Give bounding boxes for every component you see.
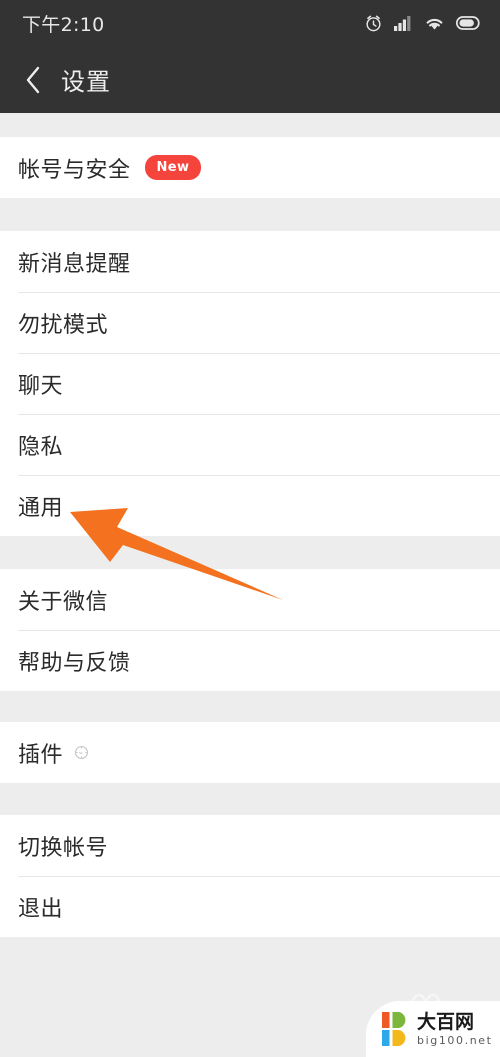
- watermark: 大百网 big100.net: [366, 1001, 500, 1057]
- row-label: 插件: [18, 742, 64, 768]
- section-gap: [0, 198, 500, 231]
- settings-row-general[interactable]: 通用: [0, 475, 500, 536]
- row-label: 新消息提醒: [18, 251, 131, 277]
- row-label: 勿扰模式: [18, 312, 109, 338]
- watermark-name-en: big100.net: [417, 1033, 493, 1047]
- signal-icon: [394, 15, 413, 31]
- settings-row-logout[interactable]: 退出: [0, 876, 500, 937]
- phone-screen: 下午2:10 设置 帐号与安全 New 新消息提醒 勿扰模式 聊天 隐私 通用 …: [0, 0, 500, 1057]
- section-gap: [0, 113, 500, 137]
- settings-row-privacy[interactable]: 隐私: [0, 414, 500, 475]
- wifi-icon: [424, 15, 445, 31]
- alarm-icon: [364, 14, 383, 33]
- section-gap: [0, 536, 500, 569]
- plugin-group: 插件: [0, 722, 500, 783]
- plugin-circle-icon: [73, 744, 90, 761]
- back-button[interactable]: [16, 63, 50, 97]
- page-title: 设置: [61, 68, 111, 96]
- new-badge: New: [144, 155, 202, 180]
- status-bar: 下午2:10: [0, 0, 500, 46]
- battery-icon: [456, 16, 482, 30]
- watermark-name-cn: 大百网: [417, 1010, 475, 1033]
- row-label: 切换帐号: [18, 835, 109, 861]
- settings-row-about-wechat[interactable]: 关于微信: [0, 569, 500, 630]
- row-label: 退出: [18, 896, 64, 922]
- row-label: 帮助与反馈: [18, 650, 131, 676]
- section-gap: [0, 691, 500, 722]
- settings-row-switch-account[interactable]: 切换帐号: [0, 815, 500, 876]
- account-group: 帐号与安全 New: [0, 137, 500, 198]
- settings-row-plugins[interactable]: 插件: [0, 722, 500, 783]
- section-gap: [0, 783, 500, 815]
- watermark-text: 大百网 big100.net: [417, 1010, 493, 1047]
- settings-row-do-not-disturb[interactable]: 勿扰模式: [0, 292, 500, 353]
- row-label: 聊天: [18, 373, 64, 399]
- row-label: 隐私: [18, 434, 64, 460]
- settings-row-account-security[interactable]: 帐号与安全 New: [0, 137, 500, 198]
- notification-group: 新消息提醒 勿扰模式 聊天 隐私 通用: [0, 231, 500, 536]
- title-bar: 设置: [0, 46, 500, 113]
- status-time: 下午2:10: [22, 13, 105, 36]
- row-label: 通用: [18, 495, 64, 521]
- account-actions-group: 切换帐号 退出: [0, 815, 500, 937]
- status-icon-tray: [364, 14, 482, 33]
- settings-list: 帐号与安全 New 新消息提醒 勿扰模式 聊天 隐私 通用 关于微信 帮助与反馈…: [0, 113, 500, 1057]
- about-group: 关于微信 帮助与反馈: [0, 569, 500, 691]
- row-label: 关于微信: [18, 589, 109, 615]
- settings-row-help-feedback[interactable]: 帮助与反馈: [0, 630, 500, 691]
- row-label: 帐号与安全: [18, 157, 131, 183]
- settings-row-chat[interactable]: 聊天: [0, 353, 500, 414]
- back-chevron-icon: [23, 65, 43, 95]
- settings-row-new-message[interactable]: 新消息提醒: [0, 231, 500, 292]
- big100-b-logo-icon: [382, 1012, 410, 1046]
